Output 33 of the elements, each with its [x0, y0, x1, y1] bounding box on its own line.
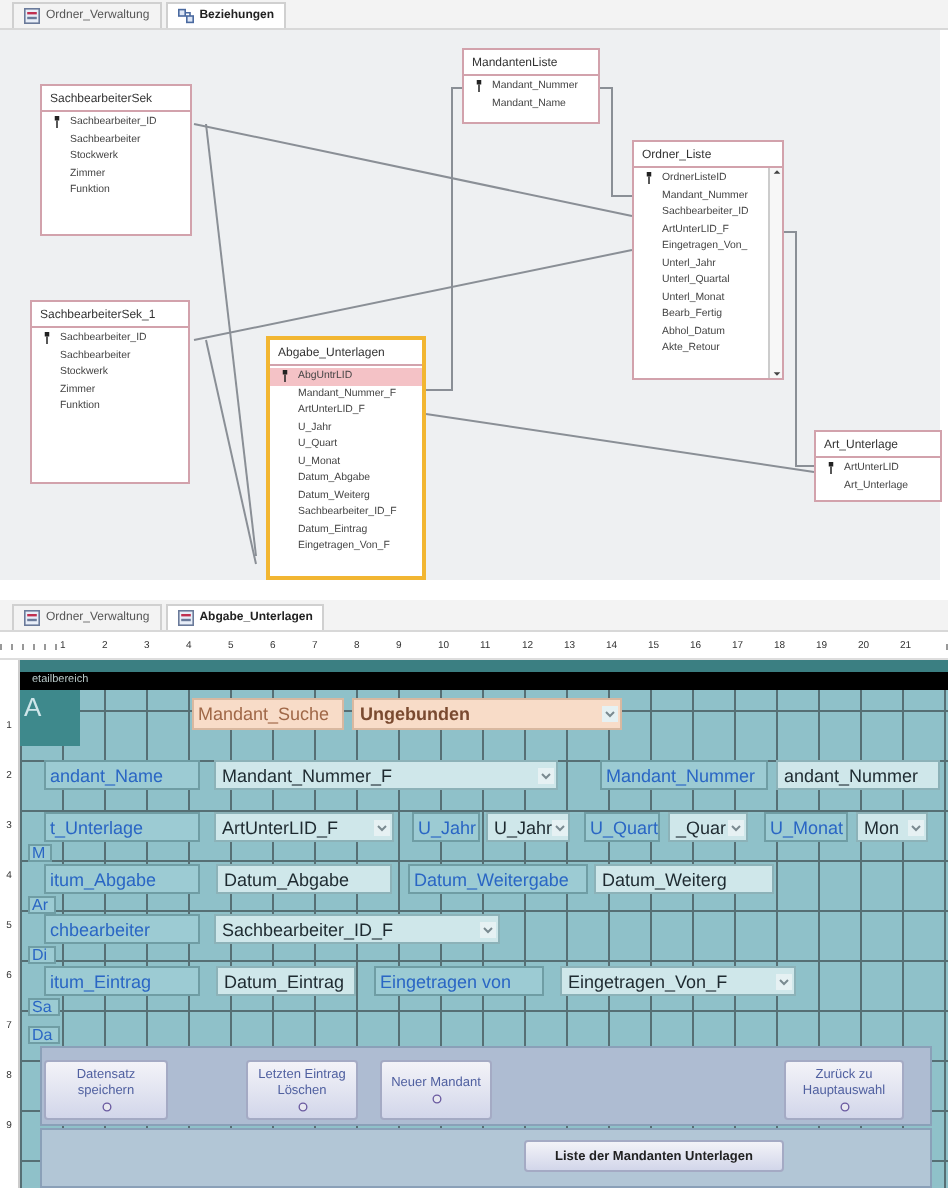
button-image-icon — [839, 1101, 849, 1112]
dropdown-icon[interactable] — [374, 819, 390, 835]
text-field[interactable]: Datum_Weiterg — [594, 864, 774, 894]
combo-box[interactable]: Mandant_Nummer_F — [214, 760, 558, 790]
form-icon — [24, 8, 40, 24]
form-icon — [24, 610, 40, 626]
text-field[interactable]: Datum_Abgabe — [216, 864, 392, 894]
combo-box[interactable]: U_Jahr — [486, 812, 570, 842]
combo-box[interactable]: _Quar — [668, 812, 748, 842]
button-image-icon — [101, 1101, 111, 1112]
form-icon — [177, 610, 194, 626]
combo-box[interactable]: Eingetragen_Von_F — [560, 966, 796, 996]
scroll-down-icon[interactable] — [771, 370, 781, 378]
scroll-up-icon[interactable] — [771, 168, 781, 176]
button-image-icon — [431, 1093, 441, 1104]
scrollbar[interactable] — [768, 168, 782, 378]
button-image-icon — [297, 1101, 307, 1112]
dropdown-icon[interactable] — [552, 819, 569, 835]
combo-box[interactable]: Sachbearbeiter_ID_F — [214, 914, 500, 944]
combo-box[interactable]: Ungebunden — [352, 698, 622, 730]
dropdown-icon[interactable] — [776, 973, 792, 989]
relationships-icon — [177, 8, 194, 24]
combo-box[interactable]: ArtUnterLID_F — [214, 812, 394, 842]
field-label[interactable]: Mandant_Suche — [192, 698, 344, 730]
combo-box[interactable]: Mon — [856, 812, 928, 842]
dropdown-icon[interactable] — [602, 706, 618, 722]
header-label: A — [24, 692, 42, 722]
text-field[interactable]: Datum_Eintrag — [216, 966, 356, 996]
text-field[interactable]: andant_Nummer — [776, 760, 940, 790]
dropdown-icon[interactable] — [728, 819, 744, 835]
dropdown-icon[interactable] — [538, 767, 554, 783]
dropdown-icon[interactable] — [480, 921, 496, 937]
dropdown-icon[interactable] — [908, 819, 924, 835]
